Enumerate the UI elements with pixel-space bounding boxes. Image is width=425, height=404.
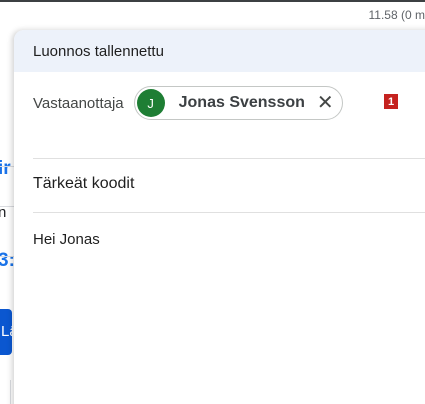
annotation-badge: 1	[384, 94, 398, 109]
background-button[interactable]: Lä	[0, 309, 12, 355]
background-divider	[0, 166, 14, 167]
recipient-name: Jonas Svensson	[178, 94, 305, 111]
background-code-fragment: 3:	[0, 250, 15, 271]
background-heading-fragment: ir	[0, 158, 11, 179]
subject-field[interactable]: Tärkeät koodit	[33, 175, 134, 193]
avatar: J	[136, 89, 165, 117]
recipients-label: Vastaanottaja	[33, 94, 124, 112]
subject-divider	[33, 212, 425, 213]
recipients-divider	[33, 158, 425, 159]
close-icon[interactable]: ✕	[317, 93, 334, 113]
recipients-field[interactable]: Vastaanottaja J Jonas Svensson ✕	[33, 86, 343, 120]
recipient-chip[interactable]: J Jonas Svensson ✕	[133, 86, 343, 120]
compose-panel: Luonnos tallennettu Vastaanottaja J Jona…	[14, 30, 425, 404]
background-top-bar: 11.58 (0 m	[0, 0, 425, 30]
compose-title: Luonnos tallennettu	[33, 42, 164, 60]
background-divider	[0, 206, 14, 207]
message-body[interactable]: Hei Jonas	[33, 231, 100, 248]
background-divider	[0, 256, 14, 257]
background-divider	[10, 380, 11, 404]
email-timestamp: 11.58 (0 m	[368, 8, 425, 22]
compose-header[interactable]: Luonnos tallennettu	[14, 30, 425, 72]
